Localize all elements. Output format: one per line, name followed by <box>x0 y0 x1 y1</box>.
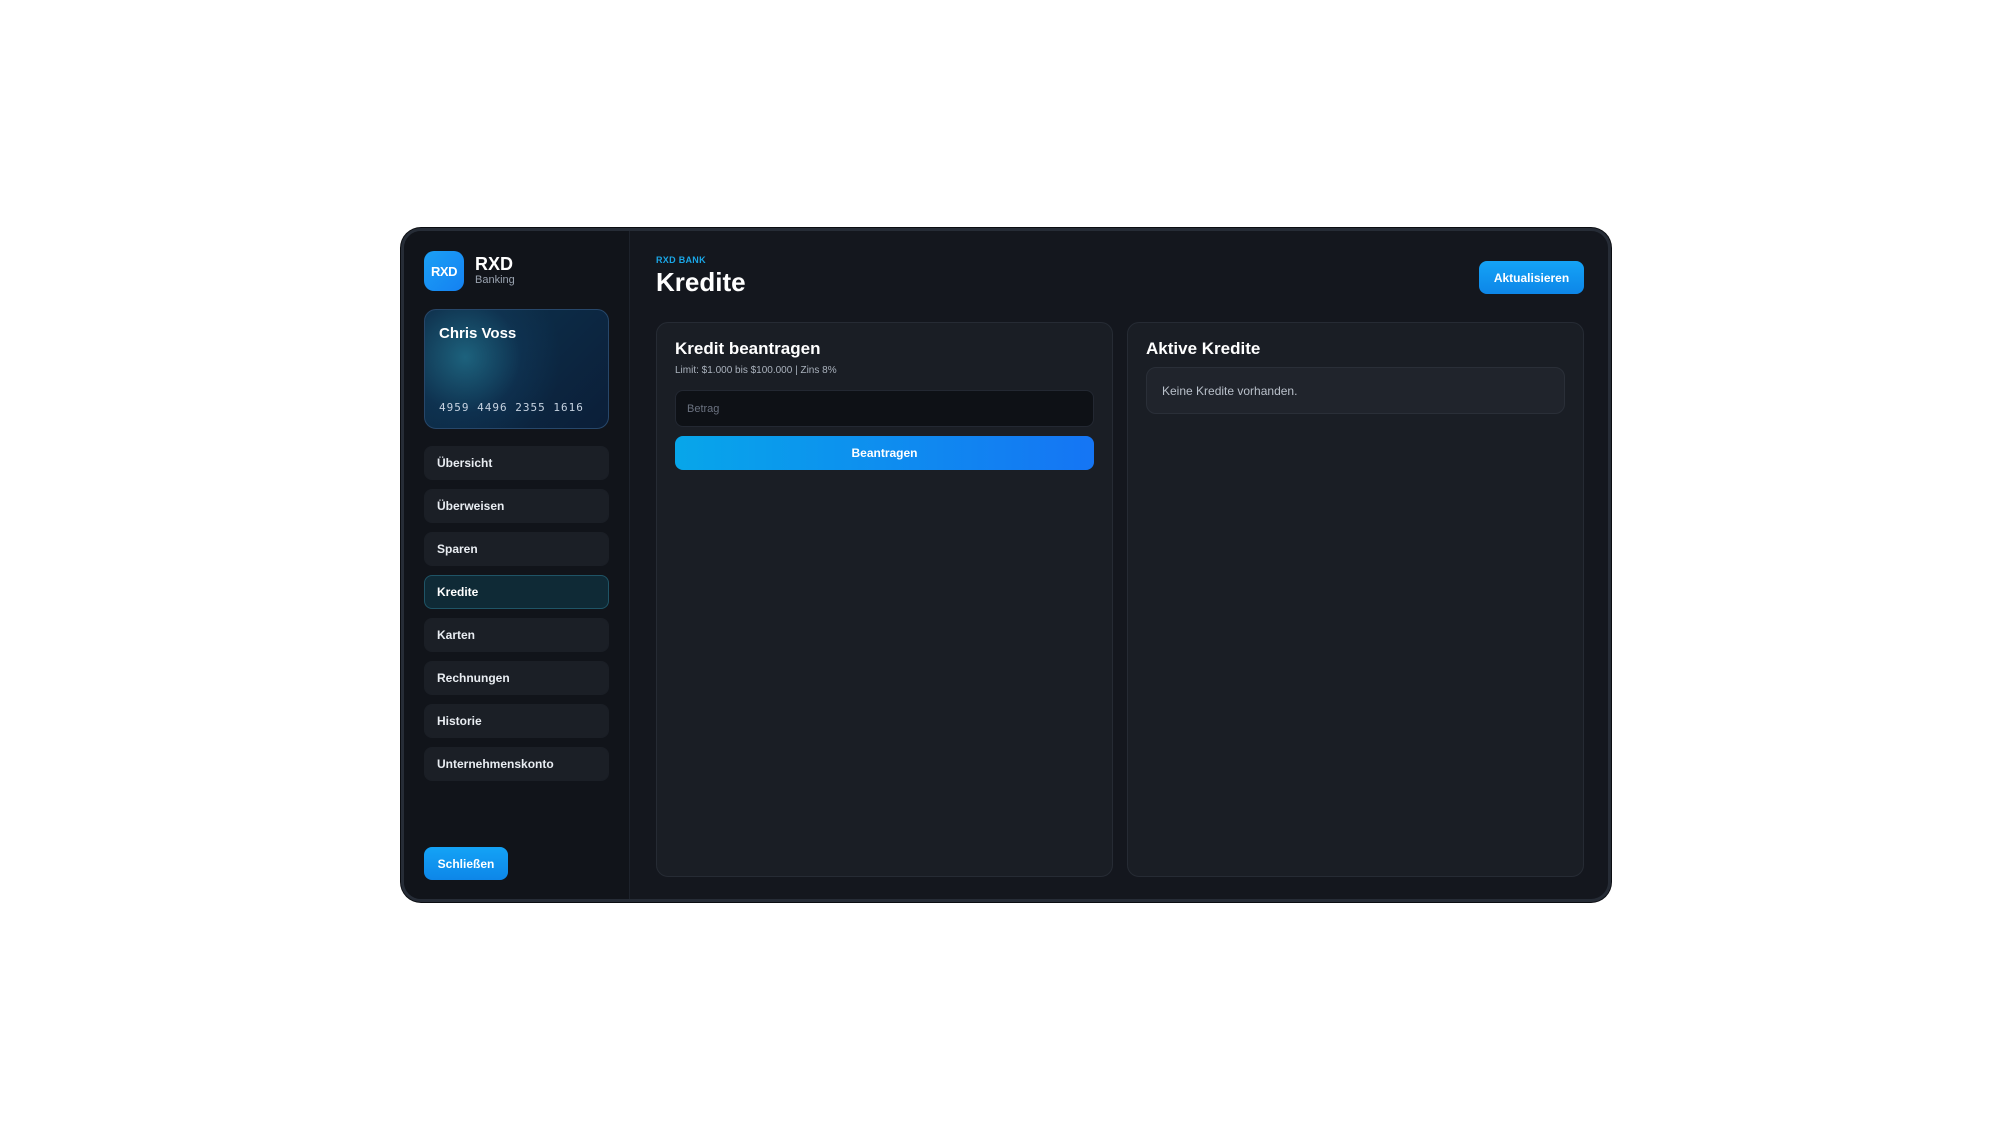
close-button[interactable]: Schließen <box>424 847 508 880</box>
page-title: Kredite <box>656 267 746 297</box>
sidebar-item-sparen[interactable]: Sparen <box>424 532 609 566</box>
apply-button[interactable]: Beantragen <box>675 436 1094 470</box>
loan-application-panel: Kredit beantragen Limit: $1.000 bis $100… <box>656 322 1113 877</box>
bank-app-window: RXD RXD Banking Chris Voss 4959 4496 235… <box>401 228 1611 902</box>
no-loans-message: Keine Kredite vorhanden. <box>1146 367 1565 414</box>
loan-limit-hint: Limit: $1.000 bis $100.000 | Zins 8% <box>675 365 837 376</box>
brand-name: RXD <box>475 254 514 274</box>
refresh-button[interactable]: Aktualisieren <box>1479 261 1584 294</box>
card-number: 4959 4496 2355 1616 <box>439 401 584 414</box>
brand: RXD RXD Banking <box>424 251 609 291</box>
sidebar-item-ueberweisen[interactable]: Überweisen <box>424 489 609 523</box>
sidebar-item-unternehmenskonto[interactable]: Unternehmenskonto <box>424 747 609 781</box>
sidebar-item-rechnungen[interactable]: Rechnungen <box>424 661 609 695</box>
main-content: RXD BANK Kredite Aktualisieren Kredit be… <box>630 231 1608 899</box>
brand-logo: RXD <box>424 251 464 291</box>
card-holder-name: Chris Voss <box>439 325 517 342</box>
active-loans-title: Aktive Kredite <box>1146 339 1261 358</box>
sidebar-nav: Übersicht Überweisen Sparen Kredite Kart… <box>424 446 609 781</box>
sidebar-item-uebersicht[interactable]: Übersicht <box>424 446 609 480</box>
bank-card: Chris Voss 4959 4496 2355 1616 <box>424 309 609 429</box>
panels: Kredit beantragen Limit: $1.000 bis $100… <box>656 322 1584 877</box>
sidebar-item-kredite[interactable]: Kredite <box>424 575 609 609</box>
sidebar: RXD RXD Banking Chris Voss 4959 4496 235… <box>404 231 630 899</box>
brand-subtitle: Banking <box>475 274 515 286</box>
amount-input[interactable] <box>675 390 1094 427</box>
loan-application-title: Kredit beantragen <box>675 339 821 358</box>
sidebar-item-historie[interactable]: Historie <box>424 704 609 738</box>
brand-text: RXD Banking <box>475 255 515 287</box>
active-loans-panel: Aktive Kredite Keine Kredite vorhanden. <box>1127 322 1584 877</box>
sidebar-item-karten[interactable]: Karten <box>424 618 609 652</box>
page-eyebrow: RXD BANK <box>656 255 706 265</box>
